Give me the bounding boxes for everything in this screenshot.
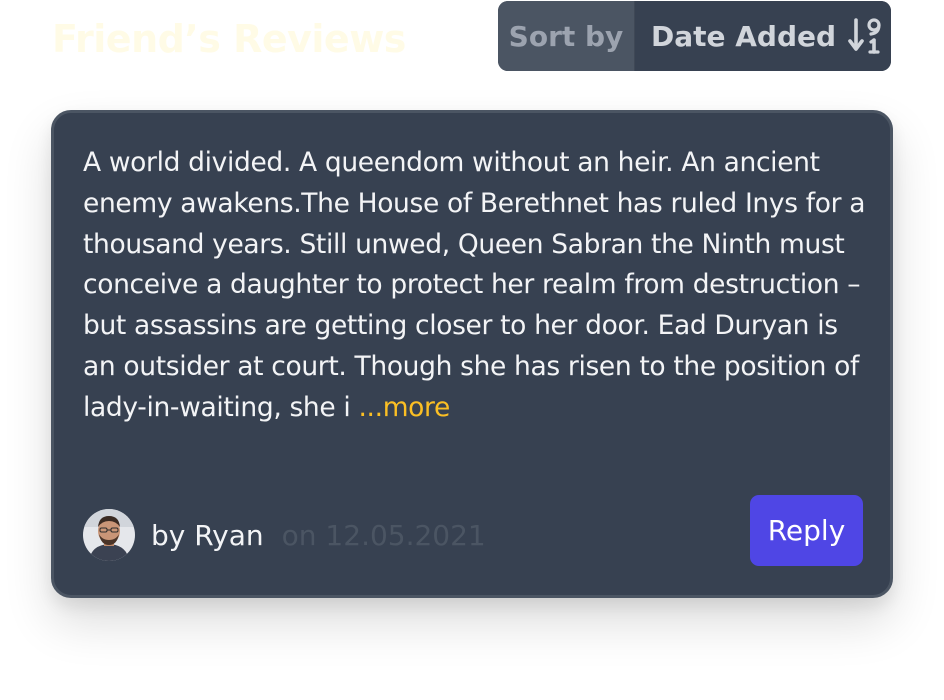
sort-numeric-descending-icon (848, 17, 882, 55)
sort-selected-value: Date Added (651, 19, 837, 53)
review-date: on 12.05.2021 (281, 518, 486, 552)
sort-by-label: Sort by (498, 1, 635, 71)
reply-button[interactable]: Reply (750, 495, 863, 566)
sort-dropdown[interactable]: Date Added (635, 1, 891, 71)
read-more-link[interactable]: ...more (358, 392, 450, 423)
review-body: A world divided. A queendom without an h… (83, 147, 866, 423)
sort-by-label-text: Sort by (508, 19, 624, 53)
section-heading: Friend’s Reviews (52, 17, 406, 61)
sort-control[interactable]: Sort by Date Added (498, 1, 891, 71)
review-footer: by Ryan on 12.05.2021 (83, 506, 486, 564)
avatar (83, 509, 135, 561)
review-text: A world divided. A queendom without an h… (83, 143, 873, 429)
review-card: A world divided. A queendom without an h… (51, 110, 893, 598)
review-author: by Ryan (151, 518, 264, 552)
friends-reviews-section: Friend’s Reviews Sort by Date Added A wo… (0, 0, 944, 700)
